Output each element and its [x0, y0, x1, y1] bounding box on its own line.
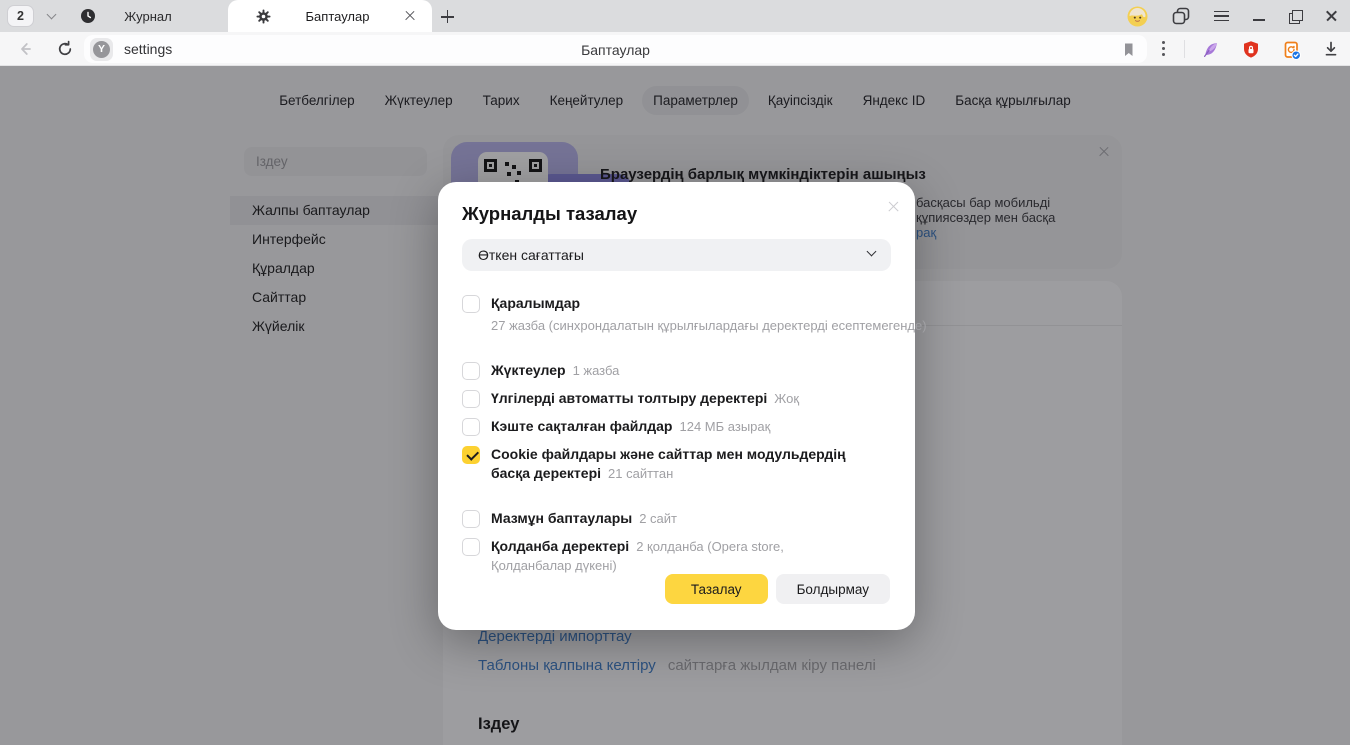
- option-checkbox[interactable]: [462, 446, 480, 464]
- tab-close-icon[interactable]: [404, 10, 416, 22]
- option-detail: 21 сайттан: [608, 466, 673, 481]
- option-detail: 2 сайт: [639, 511, 677, 526]
- panels-icon[interactable]: [1172, 7, 1190, 25]
- chevron-down-icon: [867, 247, 877, 257]
- address-bar: Y settings Баптаулар: [0, 32, 1350, 66]
- option-checkbox[interactable]: [462, 295, 480, 313]
- toolbar-divider: [1184, 40, 1185, 58]
- new-tab-button[interactable]: [436, 5, 460, 29]
- minimize-button[interactable]: [1253, 10, 1265, 22]
- clear-option-row[interactable]: Қолданба деректері2 қолданба (Opera stor…: [462, 537, 891, 575]
- clear-option-row[interactable]: Үлгілерді автоматты толтыру деректері Жоқ: [462, 389, 891, 408]
- clear-options-list: Қаралымдар 27 жазба (синхрондалатын құрыл…: [462, 294, 891, 584]
- option-label: Кэште сақталған файлдар: [491, 418, 673, 434]
- clock-icon: [80, 8, 96, 24]
- back-icon[interactable]: [16, 40, 34, 58]
- option-checkbox[interactable]: [462, 418, 480, 436]
- clear-option-row[interactable]: Кэште сақталған файлдар 124 МБ азырақ: [462, 417, 891, 436]
- url-field[interactable]: Y settings Баптаулар: [84, 35, 1147, 63]
- avatar[interactable]: [1127, 6, 1148, 27]
- clear-history-dialog: Журналды тазалау Өткен сағаттағы Қаралым…: [438, 182, 915, 630]
- option-label: Мазмұн баптаулары: [491, 510, 632, 526]
- clear-button[interactable]: Тазалау: [665, 574, 768, 604]
- clear-option-row[interactable]: Жүктеулер 1 жазба: [462, 361, 891, 380]
- shield-extension-icon[interactable]: [1241, 40, 1261, 60]
- reload-icon[interactable]: [56, 40, 74, 58]
- option-checkbox[interactable]: [462, 538, 480, 556]
- clear-option-row[interactable]: Мазмұн баптаулары 2 сайт: [462, 509, 891, 528]
- menu-icon[interactable]: [1214, 11, 1229, 22]
- cancel-button[interactable]: Болдырмау: [776, 574, 890, 604]
- option-label: Үлгілерді автоматты толтыру деректері: [491, 390, 767, 406]
- kebab-menu-icon[interactable]: [1162, 41, 1166, 57]
- browser-tab-strip: 2 Журнал Баптаулар: [0, 0, 1350, 32]
- tab-settings[interactable]: Баптаулар: [228, 0, 432, 32]
- option-checkbox[interactable]: [462, 362, 480, 380]
- option-label: Қолданба деректері: [491, 538, 629, 554]
- tab-counter-button[interactable]: 2: [7, 5, 34, 27]
- option-checkbox[interactable]: [462, 510, 480, 528]
- dialog-close-icon[interactable]: [887, 200, 900, 213]
- tab-label: Журнал: [96, 9, 200, 24]
- option-label: Жүктеулер: [491, 362, 566, 378]
- gear-icon: [256, 9, 271, 24]
- period-select[interactable]: Өткен сағаттағы: [462, 239, 891, 271]
- tab-label: Баптаулар: [271, 9, 404, 24]
- tab-journal[interactable]: Журнал: [58, 0, 228, 32]
- option-label: Қаралымдар: [491, 295, 580, 311]
- feather-extension-icon[interactable]: [1200, 40, 1220, 60]
- docs-extension-icon[interactable]: [1281, 40, 1302, 61]
- dialog-title: Журналды тазалау: [462, 203, 637, 225]
- dialog-actions: Тазалау Болдырмау: [665, 574, 890, 604]
- option-detail: 27 жазба (синхрондалатын құрылғылардағы …: [491, 316, 861, 335]
- clear-option-row[interactable]: Cookie файлдары және сайттар мен модульд…: [462, 445, 891, 483]
- clear-option-row[interactable]: Қаралымдар 27 жазба (синхрондалатын құрыл…: [462, 294, 891, 335]
- option-detail: Жоқ: [774, 391, 799, 406]
- period-select-value: Өткен сағаттағы: [478, 247, 584, 263]
- option-detail: 124 МБ азырақ: [680, 419, 771, 434]
- option-detail: 1 жазба: [573, 363, 620, 378]
- chevron-down-icon: [46, 10, 56, 20]
- maximize-button[interactable]: [1289, 10, 1301, 22]
- close-window-button[interactable]: [1325, 10, 1338, 23]
- option-checkbox[interactable]: [462, 390, 480, 408]
- bookmark-icon[interactable]: [1120, 41, 1137, 58]
- page-title: Баптаулар: [84, 42, 1147, 58]
- download-icon[interactable]: [1322, 40, 1340, 58]
